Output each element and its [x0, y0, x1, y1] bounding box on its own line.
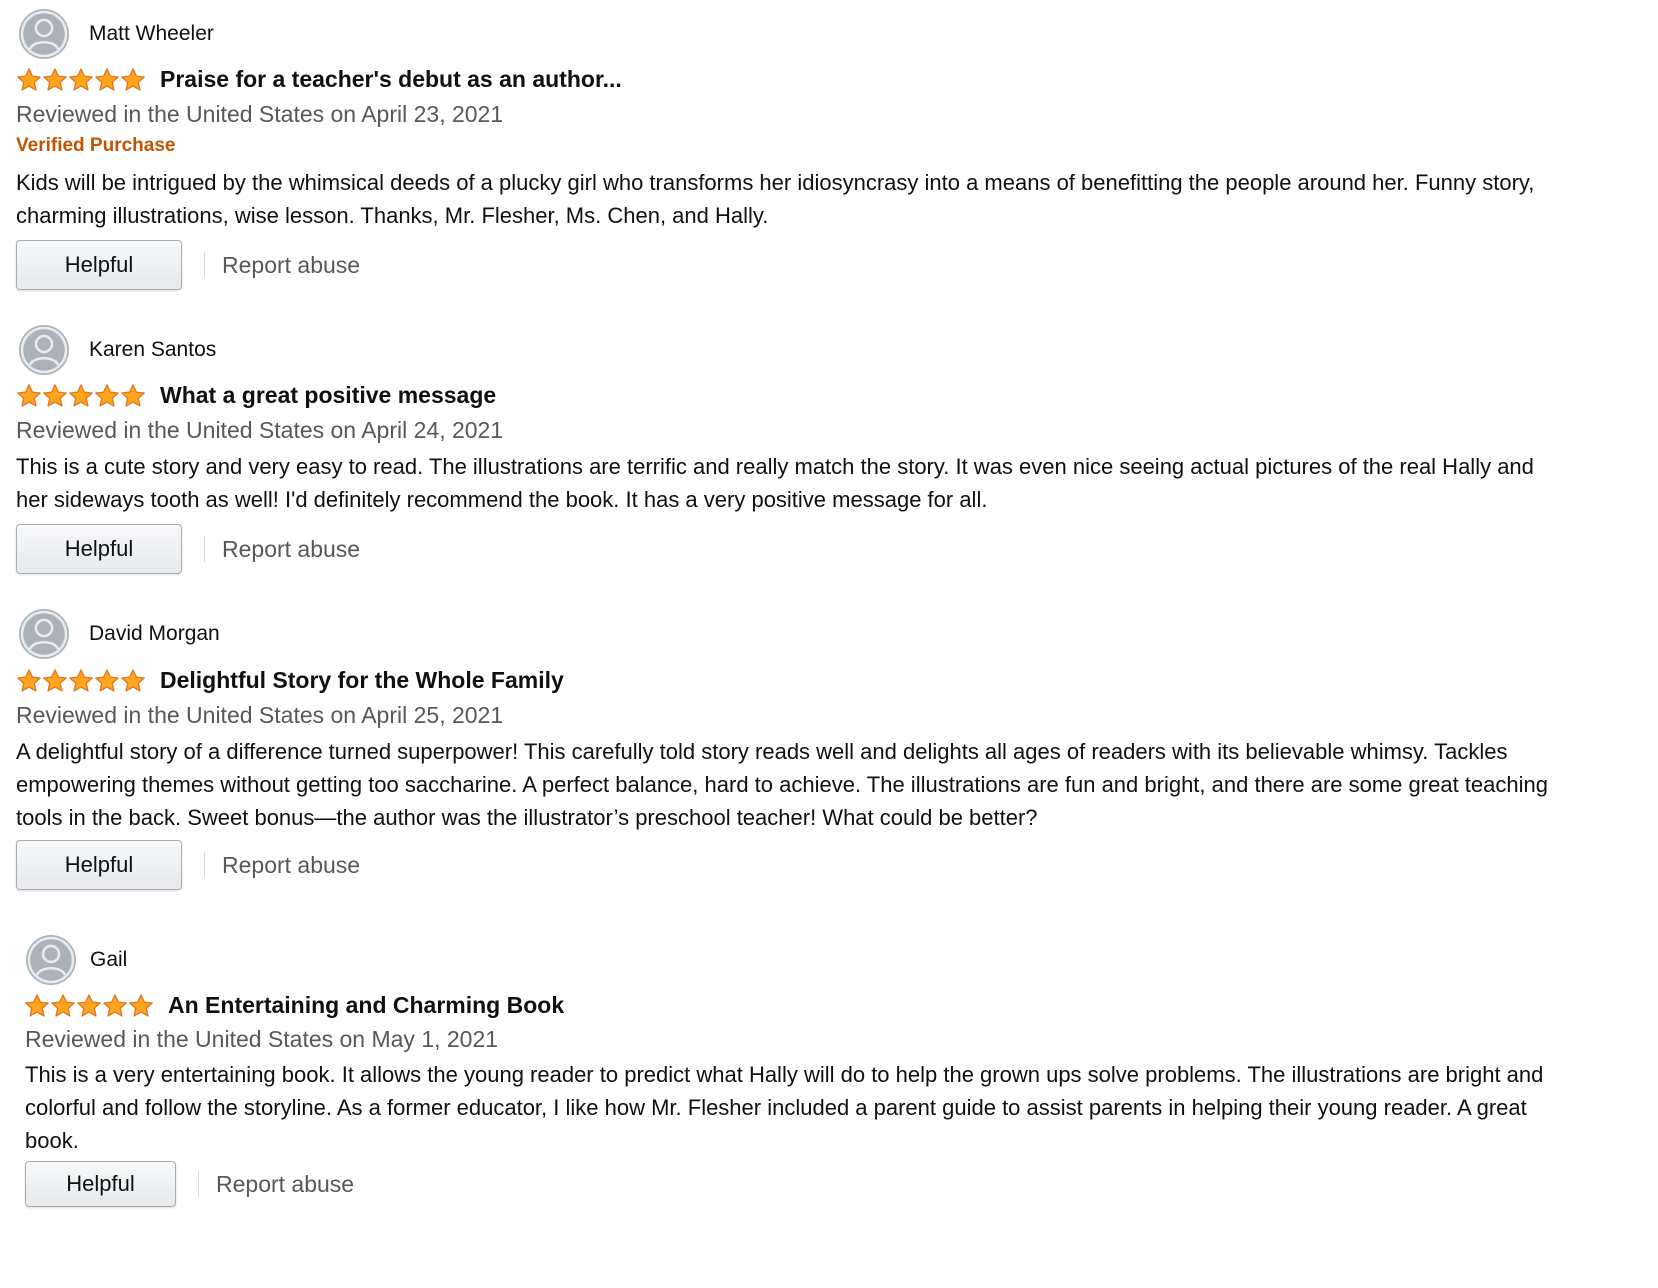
star-icon: [17, 67, 41, 91]
avatar: [19, 9, 69, 59]
star-icon: [69, 668, 93, 692]
review-title[interactable]: An Entertaining and Charming Book: [168, 992, 564, 1019]
helpful-button[interactable]: Helpful: [16, 524, 182, 574]
star-rating[interactable]: [16, 67, 146, 93]
user-silhouette-icon: [20, 610, 68, 658]
review-body: This is a very entertaining book. It all…: [25, 1062, 1544, 1153]
reviewer-profile[interactable]: David Morgan: [19, 609, 220, 659]
helpful-button[interactable]: Helpful: [16, 840, 182, 890]
review-header: What a great positive message: [16, 382, 496, 409]
reviewer-name[interactable]: Matt Wheeler: [89, 22, 214, 46]
star-icon: [95, 383, 119, 407]
star-rating[interactable]: [16, 383, 146, 409]
review-title[interactable]: Praise for a teacher's debut as an autho…: [160, 66, 622, 93]
star-rating[interactable]: [16, 668, 146, 694]
reviewer-profile[interactable]: Matt Wheeler: [19, 9, 214, 59]
review-date: Reviewed in the United States on April 2…: [16, 101, 504, 127]
review-body: Kids will be intrigued by the whimsical …: [16, 170, 1535, 228]
star-icon: [95, 668, 119, 692]
star-icon: [43, 67, 67, 91]
star-icon: [121, 383, 145, 407]
avatar: [26, 935, 76, 985]
divider: [204, 852, 205, 878]
review-actions: Helpful Report abuse: [16, 524, 360, 574]
reviewer-profile[interactable]: Gail: [26, 935, 127, 985]
reviewer-name[interactable]: Karen Santos: [89, 338, 216, 362]
review-title[interactable]: What a great positive message: [160, 382, 496, 409]
star-icon: [17, 383, 41, 407]
user-silhouette-icon: [27, 936, 75, 984]
reviewer-name[interactable]: David Morgan: [89, 622, 220, 646]
review-title[interactable]: Delightful Story for the Whole Family: [160, 667, 564, 694]
star-icon: [51, 993, 75, 1017]
report-abuse-link[interactable]: Report abuse: [216, 1171, 354, 1198]
avatar: [19, 325, 69, 375]
star-rating[interactable]: [24, 993, 154, 1019]
helpful-button[interactable]: Helpful: [16, 240, 182, 290]
star-icon: [103, 993, 127, 1017]
divider: [204, 252, 205, 278]
star-icon: [43, 383, 67, 407]
review-date: Reviewed in the United States on April 2…: [16, 702, 504, 728]
reviewer-profile[interactable]: Karen Santos: [19, 325, 216, 375]
star-icon: [77, 993, 101, 1017]
star-icon: [69, 67, 93, 91]
report-abuse-link[interactable]: Report abuse: [222, 536, 360, 563]
verified-purchase-badge: Verified Purchase: [16, 135, 176, 156]
review-date: Reviewed in the United States on May 1, …: [25, 1026, 499, 1052]
review-actions: Helpful Report abuse: [16, 840, 360, 890]
divider: [204, 536, 205, 562]
helpful-button[interactable]: Helpful: [25, 1161, 176, 1207]
avatar: [19, 609, 69, 659]
star-icon: [43, 668, 67, 692]
review-header: An Entertaining and Charming Book: [24, 992, 564, 1019]
star-icon: [121, 668, 145, 692]
report-abuse-link[interactable]: Report abuse: [222, 852, 360, 879]
review-header: Delightful Story for the Whole Family: [16, 667, 564, 694]
review-actions: Helpful Report abuse: [16, 240, 360, 290]
star-icon: [121, 67, 145, 91]
reviewer-name[interactable]: Gail: [90, 948, 127, 972]
review-date: Reviewed in the United States on April 2…: [16, 417, 504, 443]
review-header: Praise for a teacher's debut as an autho…: [16, 66, 622, 93]
star-icon: [17, 668, 41, 692]
review-actions: Helpful Report abuse: [25, 1161, 354, 1207]
review-body: A delightful story of a difference turne…: [16, 739, 1548, 830]
report-abuse-link[interactable]: Report abuse: [222, 252, 360, 279]
divider: [198, 1171, 199, 1197]
star-icon: [25, 993, 49, 1017]
star-icon: [129, 993, 153, 1017]
user-silhouette-icon: [20, 10, 68, 58]
user-silhouette-icon: [20, 326, 68, 374]
review-body: This is a cute story and very easy to re…: [16, 454, 1534, 512]
star-icon: [95, 67, 119, 91]
star-icon: [69, 383, 93, 407]
